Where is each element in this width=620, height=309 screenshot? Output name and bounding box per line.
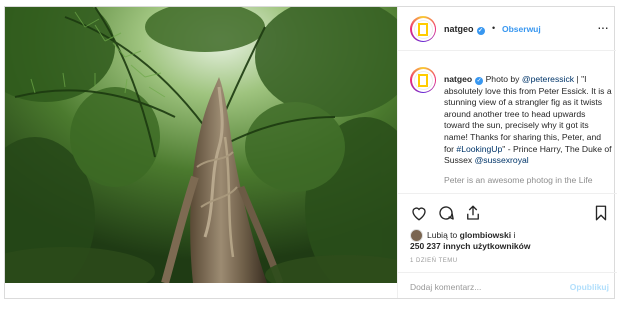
share-icon[interactable]: [464, 204, 482, 222]
heart-icon[interactable]: [410, 204, 428, 222]
verified-badge-icon: ✓: [476, 27, 485, 35]
strangler-fig-photo: [5, 7, 397, 283]
post-caption: natgeo ✓ Photo by @peteressick | "I absol…: [444, 74, 612, 186]
caption-area: natgeo ✓ Photo by @peteressick | "I absol…: [398, 52, 617, 192]
natgeo-logo-icon: [413, 70, 433, 90]
verified-badge-icon: ✓: [475, 77, 484, 85]
likes-prefix: Lubią to: [427, 230, 458, 240]
likes-and: i: [513, 230, 516, 240]
follow-button[interactable]: Obserwuj: [502, 24, 541, 34]
likes-summary: Lubią to glombiowski i 250 237 innych uż…: [410, 229, 610, 253]
natgeo-logo-icon: [413, 19, 433, 39]
comment-box: Dodaj komentarz... Opublikuj: [398, 272, 617, 299]
caption-body: | "I absolutely love this from Peter Ess…: [444, 74, 612, 154]
username-link[interactable]: natgeo ✓: [444, 24, 485, 35]
mention-link[interactable]: @sussexroyal: [475, 155, 529, 165]
comment-input[interactable]: Dodaj komentarz...: [410, 282, 481, 292]
bookmark-icon[interactable]: [592, 204, 610, 222]
caption-text: Photo by: [485, 74, 520, 84]
caption-username[interactable]: natgeo: [444, 74, 472, 84]
comment-icon[interactable]: [437, 204, 455, 222]
post-photo[interactable]: [5, 7, 397, 283]
post-header: natgeo ✓ • Obserwuj ···: [398, 7, 616, 51]
caption-avatar[interactable]: [410, 67, 436, 93]
post-card: natgeo ✓ • Obserwuj ··· natgeo ✓ Photo by …: [4, 6, 617, 299]
hashtag-link[interactable]: #LookingUp: [456, 144, 502, 154]
separator-dot: •: [492, 23, 496, 33]
likes-count[interactable]: 250 237 innych użytkowników: [410, 241, 530, 251]
avatar[interactable]: [410, 16, 436, 42]
actions-panel: Lubią to glombiowski i 250 237 innych uż…: [398, 193, 617, 298]
action-icons: [410, 204, 610, 224]
photographer-mention[interactable]: @peteressick: [522, 74, 574, 84]
post-sidebar: natgeo ✓ • Obserwuj ··· natgeo ✓ Photo by …: [397, 7, 617, 298]
post-timestamp[interactable]: 1 DZIEŃ TEMU: [410, 258, 458, 264]
caption-truncated-line: Peter is an awesome photog in the Life: [444, 174, 593, 185]
publish-button[interactable]: Opublikuj: [570, 282, 609, 292]
liker-username[interactable]: glombiowski: [460, 230, 511, 240]
more-options-icon[interactable]: ···: [597, 19, 609, 35]
